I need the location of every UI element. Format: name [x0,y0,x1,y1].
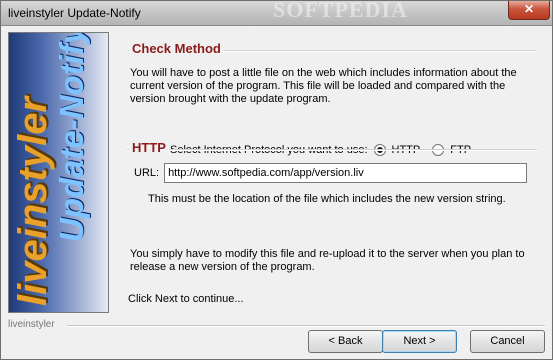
url-input[interactable] [164,163,528,183]
brand-line1: liveinstyler [11,96,55,306]
footer-label: liveinstyler [8,319,55,330]
next-button[interactable]: Next > [382,330,457,353]
watermark: SOFTPEDIA [273,0,408,22]
check-method-description: You will have to post a little file on t… [130,67,517,105]
url-row: URL: [134,163,528,183]
cancel-button[interactable]: Cancel [470,330,545,353]
sidebar-banner: liveinstyler Update-Notify [8,32,109,313]
close-button[interactable]: ✕ [508,1,550,20]
brand-line2: Update-Notify [53,32,90,242]
check-method-heading: Check Method [129,41,224,57]
continue-text: Click Next to continue... [128,293,244,305]
update-notify-window: liveinstyler Update-Notify SOFTPEDIA ✕ l… [0,0,553,360]
window-title: liveinstyler Update-Notify [8,6,141,20]
url-label: URL: [134,167,160,179]
footer-divider [67,325,545,327]
info-text: You simply have to modify this file and … [130,248,525,273]
title-bar[interactable]: liveinstyler Update-Notify SOFTPEDIA ✕ [1,0,552,26]
wizard-content: Check Method You will have to post a lit… [111,32,547,318]
url-hint: This must be the location of the file wh… [148,193,506,205]
http-header: HTTP [127,140,537,156]
check-method-header: Check Method [127,41,537,57]
divider [127,149,537,151]
http-heading: HTTP [129,140,169,156]
back-button[interactable]: < Back [308,330,383,353]
brand-logo: liveinstyler Update-Notify [9,32,108,312]
